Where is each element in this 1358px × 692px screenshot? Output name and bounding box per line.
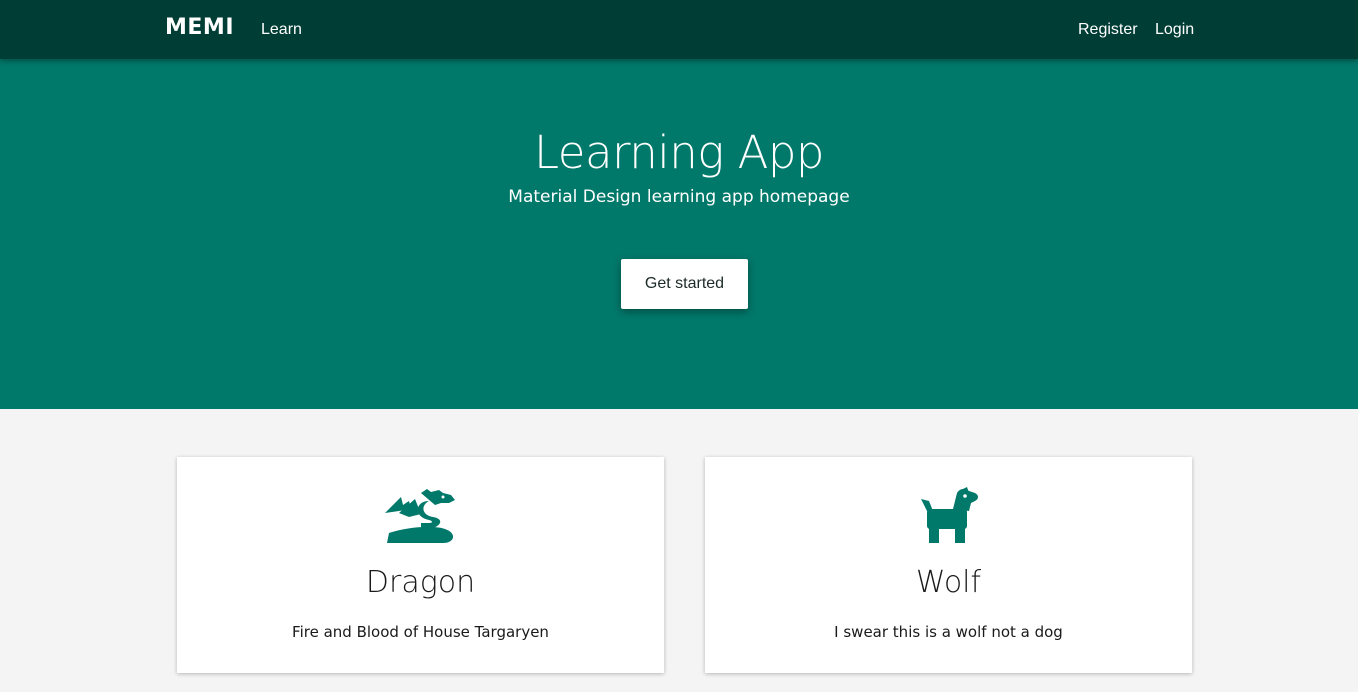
nav-login-link[interactable]: Login <box>1155 21 1194 39</box>
get-started-button[interactable]: Get started <box>621 259 748 309</box>
nav-register-link[interactable]: Register <box>1078 21 1138 39</box>
card-dragon[interactable]: Dragon Fire and Blood of House Targaryen <box>177 457 664 673</box>
card-description: I swear this is a wolf not a dog <box>834 623 1063 641</box>
card-title: Dragon <box>365 565 476 600</box>
card-wolf[interactable]: Wolf I swear this is a wolf not a dog <box>705 457 1192 673</box>
card-title: Wolf <box>915 565 982 600</box>
card-description: Fire and Blood of House Targaryen <box>292 623 549 641</box>
top-navbar: MEMI Learn Register Login <box>0 0 1358 59</box>
hero-section: Learning App Material Design learning ap… <box>0 59 1358 409</box>
dog-icon <box>705 487 1192 547</box>
dragon-icon <box>177 487 664 547</box>
nav-learn-link[interactable]: Learn <box>261 21 302 39</box>
brand-logo[interactable]: MEMI <box>165 15 234 40</box>
hero-subtitle: Material Design learning app homepage <box>508 187 850 207</box>
hero-title: Learning App <box>533 126 825 179</box>
